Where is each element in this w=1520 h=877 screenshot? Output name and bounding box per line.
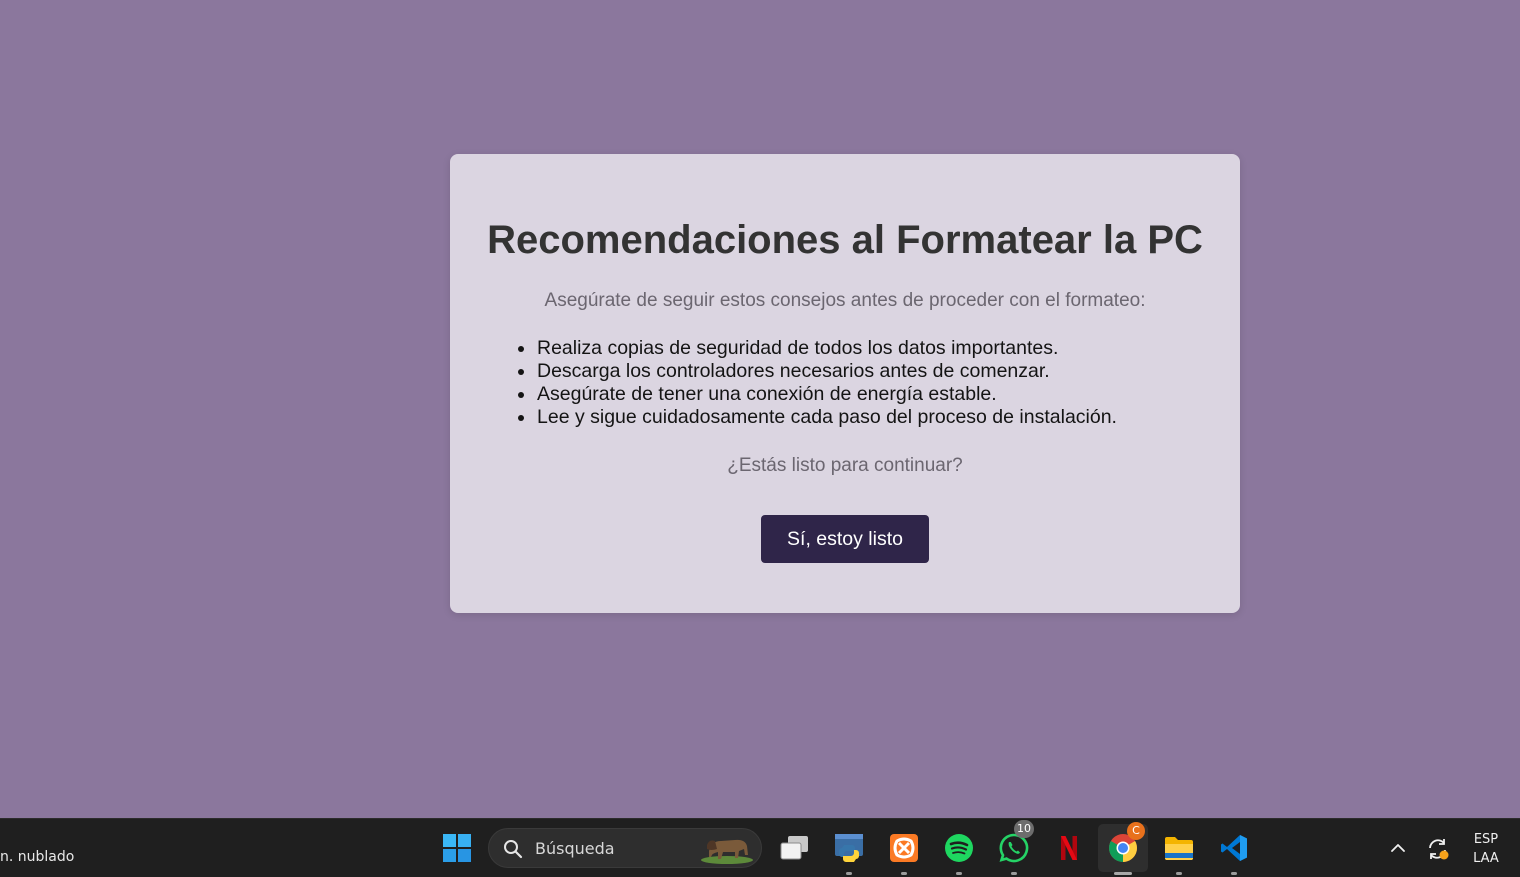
bullet-icon: [518, 392, 524, 398]
spotify-app-button[interactable]: [941, 830, 977, 875]
card-subtitle: Asegúrate de seguir estos consejos antes…: [544, 290, 1146, 311]
search-icon: [504, 840, 523, 859]
spotify-icon: [945, 834, 973, 862]
bullet-icon: [518, 346, 524, 352]
weather-widget[interactable]: n. nublado: [0, 849, 74, 865]
python-app-button[interactable]: [831, 830, 867, 875]
netflix-icon: [1061, 836, 1077, 860]
page-title: Recomendaciones al Formatear la PC: [487, 218, 1203, 262]
bullet-icon: [518, 369, 524, 375]
list-item: Asegúrate de tener una conexión de energ…: [518, 383, 1117, 406]
running-indicator: [1011, 872, 1017, 875]
search-highlight-bison-icon: [701, 839, 753, 864]
file-explorer-app-button[interactable]: [1161, 830, 1197, 875]
language-code: ESP: [1473, 832, 1499, 847]
running-indicator: [901, 872, 907, 875]
bullet-icon: [518, 415, 524, 421]
netflix-app-button[interactable]: [1051, 830, 1087, 866]
taskbar-search-box[interactable]: Búsqueda: [488, 828, 762, 868]
keyboard-layout-code: LAA: [1473, 851, 1499, 866]
input-language-indicator[interactable]: ESP LAA: [1466, 830, 1506, 868]
taskbar: n. nublado Búsqueda 10 C ESP LAA: [0, 818, 1520, 877]
page-background: Recomendaciones al Formatear la PC Asegú…: [0, 0, 1520, 818]
running-indicator: [846, 872, 852, 875]
profile-badge: C: [1127, 822, 1145, 840]
folder-icon: [1165, 837, 1193, 860]
tip-text: Lee y sigue cuidadosamente cada paso del…: [537, 406, 1117, 428]
vscode-icon: [1221, 835, 1247, 861]
sync-status-icon[interactable]: [1425, 836, 1451, 862]
recommendations-card: Recomendaciones al Formatear la PC Asegú…: [450, 154, 1240, 613]
task-view-icon: [780, 836, 808, 860]
list-item: Descarga los controladores necesarios an…: [518, 360, 1117, 383]
whatsapp-app-button[interactable]: 10: [996, 820, 1034, 875]
ready-question: ¿Estás listo para continuar?: [727, 455, 963, 476]
list-item: Lee y sigue cuidadosamente cada paso del…: [518, 406, 1117, 429]
show-hidden-icons-chevron-icon[interactable]: [1388, 838, 1408, 858]
vscode-app-button[interactable]: [1216, 830, 1252, 875]
task-view-button[interactable]: [776, 830, 812, 866]
tip-text: Asegúrate de tener una conexión de energ…: [537, 383, 997, 405]
confirm-ready-button[interactable]: Sí, estoy listo: [761, 515, 929, 563]
xampp-app-button[interactable]: [886, 830, 922, 875]
python-icon: [835, 834, 863, 862]
search-placeholder: Búsqueda: [535, 839, 615, 858]
start-button[interactable]: [439, 830, 475, 866]
running-indicator: [956, 872, 962, 875]
tip-text: Realiza copias de seguridad de todos los…: [537, 337, 1059, 359]
windows-logo-icon: [443, 834, 471, 862]
xampp-icon: [890, 834, 918, 862]
active-indicator: [1114, 872, 1132, 875]
chrome-app-button[interactable]: C: [1105, 822, 1145, 875]
tip-text: Descarga los controladores necesarios an…: [537, 360, 1050, 382]
running-indicator: [1176, 872, 1182, 875]
running-indicator: [1231, 872, 1237, 875]
tips-list: Realiza copias de seguridad de todos los…: [518, 337, 1117, 429]
list-item: Realiza copias de seguridad de todos los…: [518, 337, 1117, 360]
notification-badge: 10: [1014, 820, 1034, 838]
